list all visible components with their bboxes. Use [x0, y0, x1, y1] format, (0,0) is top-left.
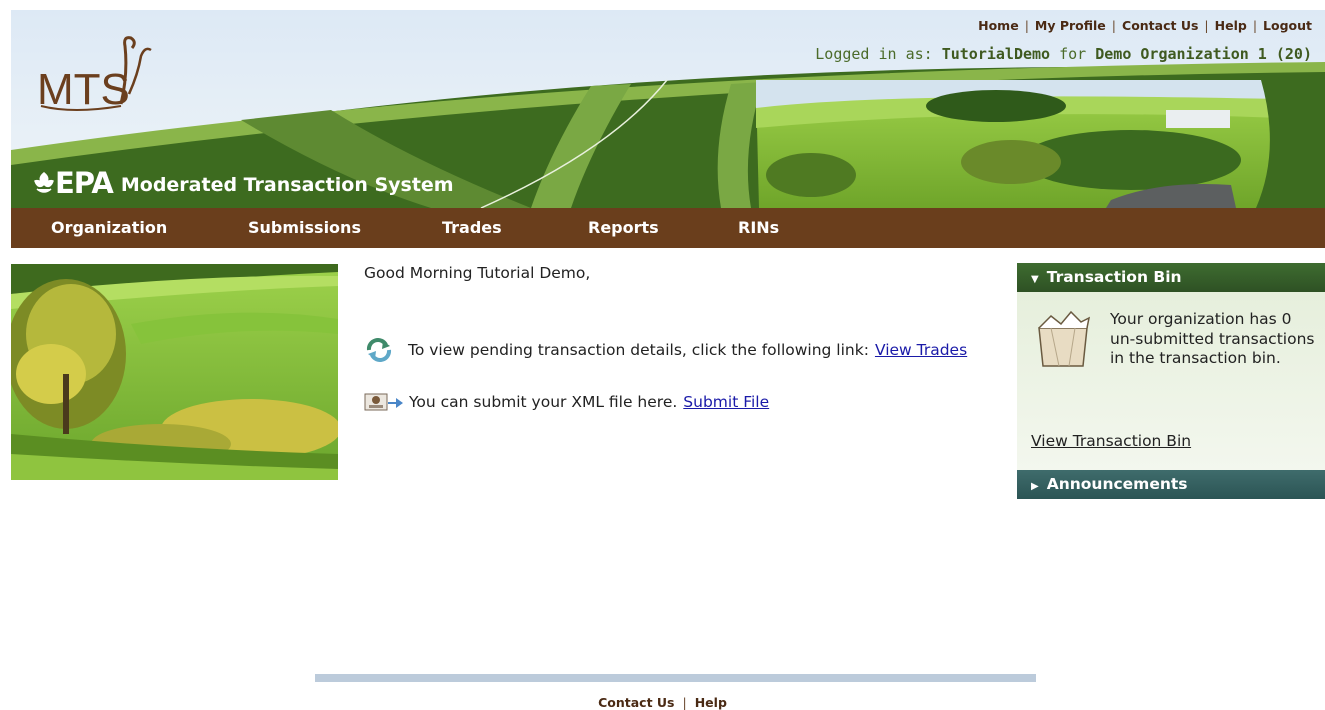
transaction-bin-body: Your organization has 0 un-submitted tra…: [1017, 292, 1325, 470]
home-link[interactable]: Home: [978, 18, 1019, 33]
epa-logo: EPA: [33, 169, 114, 198]
epa-flower-icon: [34, 172, 54, 193]
transaction-bin-icon: [1038, 310, 1091, 367]
nav-organization[interactable]: Organization: [51, 208, 167, 248]
sidebar-panel: ▼ Transaction Bin Your organization has 0…: [1017, 263, 1325, 499]
nav-reports[interactable]: Reports: [588, 208, 659, 248]
caret-right-icon: ▶: [1031, 481, 1039, 492]
logout-link[interactable]: Logout: [1263, 18, 1312, 33]
system-title: EPA Moderated Transaction System: [33, 169, 454, 198]
transaction-bin-message: Your organization has 0 un-submitted tra…: [1110, 310, 1315, 367]
login-status: Logged in as: TutorialDemo for Demo Orga…: [815, 45, 1312, 63]
landscape-photo: [11, 264, 338, 480]
pending-transactions-row: To view pending transaction details, cli…: [364, 338, 967, 362]
submit-file-link[interactable]: Submit File: [683, 393, 769, 411]
announcements-header[interactable]: ▶ Announcements: [1017, 470, 1325, 499]
user-name: TutorialDemo: [941, 45, 1051, 63]
footer-divider: [315, 674, 1036, 682]
nav-rins[interactable]: RINs: [738, 208, 779, 248]
view-trades-link[interactable]: View Trades: [875, 341, 967, 359]
refresh-icon: [366, 338, 392, 362]
submit-file-row: You can submit your XML file here. Submi…: [364, 392, 769, 412]
view-transaction-bin-link[interactable]: View Transaction Bin: [1031, 432, 1191, 450]
submit-file-icon: [364, 393, 403, 411]
transaction-bin-header[interactable]: ▼ Transaction Bin: [1017, 263, 1325, 292]
system-name: Moderated Transaction System: [120, 174, 454, 196]
organization-name: Demo Organization 1 (20): [1095, 45, 1312, 63]
help-link[interactable]: Help: [1215, 18, 1247, 33]
my-profile-link[interactable]: My Profile: [1035, 18, 1106, 33]
top-links: Home | My Profile | Contact Us | Help | Logout: [978, 18, 1312, 33]
nav-submissions[interactable]: Submissions: [248, 208, 361, 248]
caret-down-icon: ▼: [1031, 274, 1039, 285]
greeting: Good Morning Tutorial Demo,: [364, 264, 591, 282]
contact-us-link[interactable]: Contact Us: [1122, 18, 1198, 33]
nav-trades[interactable]: Trades: [442, 208, 502, 248]
header-banner: MTS Home | My Profile | Contact Us | Help | Logo…: [11, 10, 1325, 208]
main-nav: Organization Submissions Trades Reports …: [11, 208, 1325, 248]
mts-logo[interactable]: MTS: [33, 34, 153, 118]
